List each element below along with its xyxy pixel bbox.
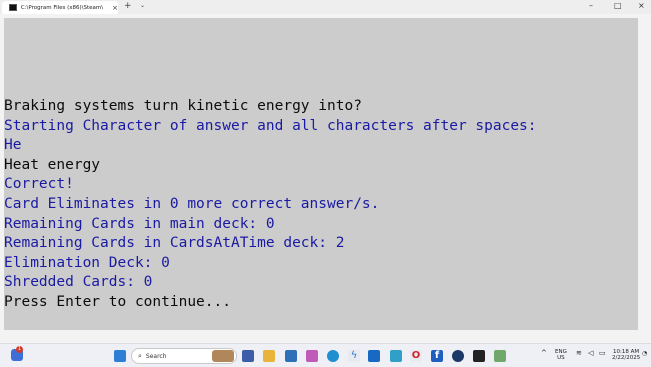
clock[interactable]: 10:18 AM 2/22/2025 [612, 349, 640, 361]
opera-icon[interactable]: O [410, 350, 422, 362]
console-line: Elimination Deck: 0 [4, 254, 170, 271]
app-icon[interactable] [390, 350, 402, 362]
task-view-icon[interactable] [242, 350, 254, 362]
terminal-tab[interactable]: C:\Program Files (x86)\Steam\ × [2, 1, 118, 14]
console-line: Starting Character of answer and all cha… [4, 117, 537, 134]
search-icon: ⌕ [138, 351, 142, 360]
console-line: Correct! [4, 176, 74, 193]
edge-icon[interactable] [327, 350, 339, 362]
language-line2: US [557, 355, 565, 361]
console-line: Card Eliminates in 0 more correct answer… [4, 195, 380, 212]
wifi-icon[interactable]: ≋ [576, 350, 582, 357]
console-line: He [4, 137, 22, 154]
taskbar: 1 ⌕ Search ϟ O f ^ ENG US ≋ ◁ ▭ 10:18 AM… [0, 343, 651, 367]
console-line: Heat energy [4, 156, 101, 173]
terminal-icon [9, 4, 17, 11]
battery-icon[interactable]: ▭ [599, 350, 606, 357]
console-lines: Braking systems turn kinetic energy into… [4, 97, 537, 313]
bell-icon[interactable]: ◔ [642, 351, 647, 357]
notification-badge: 1 [16, 346, 23, 353]
console-line: Braking systems turn kinetic energy into… [4, 98, 362, 114]
new-tab-button[interactable]: + [124, 1, 132, 11]
start-icon[interactable] [114, 350, 126, 362]
facebook-icon[interactable]: f [431, 350, 443, 362]
search-placeholder: Search [145, 352, 167, 360]
close-button[interactable]: × [638, 1, 645, 10]
console-output[interactable]: Braking systems turn kinetic energy into… [4, 18, 638, 330]
chevron-up-icon[interactable]: ^ [541, 350, 547, 357]
tab-close-icon[interactable]: × [112, 4, 118, 12]
news-thumbnail-icon [212, 350, 234, 362]
tab-title: C:\Program Files (x86)\Steam\ [20, 4, 104, 11]
store-icon[interactable] [285, 350, 297, 362]
bolt-icon[interactable]: ϟ [348, 350, 360, 362]
widgets-icon[interactable]: 1 [11, 346, 23, 361]
minimize-button[interactable]: – [589, 1, 593, 10]
outlook-icon[interactable] [368, 350, 380, 362]
console-line: Remaining Cards in CardsAtATime deck: 2 [4, 235, 345, 252]
app2-icon[interactable] [494, 350, 506, 362]
tab-dropdown-icon[interactable]: ⌄ [140, 2, 145, 9]
volume-icon[interactable]: ◁ [588, 350, 593, 357]
file-explorer-icon[interactable] [263, 350, 275, 362]
steam-icon[interactable] [452, 350, 464, 362]
terminal-taskbar-icon[interactable] [473, 350, 485, 362]
console-line: Shredded Cards: 0 [4, 274, 153, 291]
clock-date: 2/22/2025 [612, 355, 641, 361]
language-indicator[interactable]: ENG US [555, 349, 567, 361]
window-title-bar: C:\Program Files (x86)\Steam\ × + ⌄ – □ … [0, 0, 651, 14]
console-line: Remaining Cards in main deck: 0 [4, 215, 275, 232]
photos-icon[interactable] [306, 350, 318, 362]
search-box[interactable]: ⌕ Search [131, 348, 237, 364]
console-line: Press Enter to continue... [4, 293, 231, 310]
maximize-button[interactable]: □ [614, 1, 622, 10]
